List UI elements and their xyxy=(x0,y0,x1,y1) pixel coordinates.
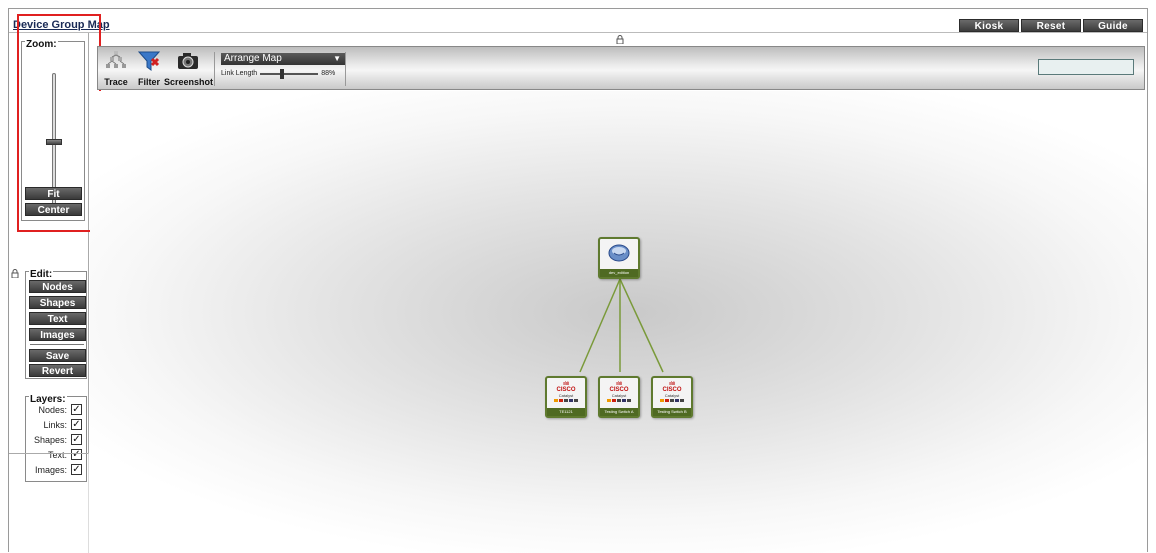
node-label: TE1121 xyxy=(547,408,585,416)
edit-shapes-button[interactable]: Shapes xyxy=(29,296,86,309)
layer-shapes-label: Shapes: xyxy=(33,434,67,445)
router-cloud-icon xyxy=(602,241,636,265)
link-line[interactable] xyxy=(619,278,664,373)
layer-nodes-checkbox[interactable]: ✓ xyxy=(71,404,82,415)
trace-tool[interactable]: Trace xyxy=(102,49,130,87)
device-node[interactable]: ıılıılı CISCO Catalyst TE1121 xyxy=(545,376,587,418)
filter-tool[interactable]: Filter xyxy=(136,49,162,87)
link-length-row: Link Length 88% xyxy=(221,68,339,79)
screenshot-tool[interactable]: Screenshot xyxy=(164,49,214,87)
guide-button[interactable]: Guide xyxy=(1083,19,1143,32)
device-node[interactable]: ıılıılı CISCO Catalyst Testing Switch A xyxy=(598,376,640,418)
edit-nodes-button[interactable]: Nodes xyxy=(29,280,86,293)
trace-label: Trace xyxy=(104,77,128,87)
layer-links-label: Links: xyxy=(43,419,67,430)
trace-icon xyxy=(106,51,126,68)
link-line[interactable] xyxy=(579,278,621,373)
edit-lock-icon[interactable] xyxy=(11,269,19,280)
camera-icon xyxy=(178,53,198,69)
layer-links-row: Links: ✓ xyxy=(43,419,82,430)
chevron-down-icon: ▼ xyxy=(333,54,341,63)
zoom-group: Zoom: Fit Center xyxy=(21,39,85,221)
save-button[interactable]: Save xyxy=(29,349,86,362)
model-label: Catalyst xyxy=(664,393,680,398)
node-label: Testing Switch A xyxy=(600,408,638,416)
arrange-section: Arrange Map ▼ Link Length 88% xyxy=(214,52,346,86)
page-title: Device Group Map xyxy=(13,19,110,31)
title-bar: Device Group Map Kiosk Reset Guide xyxy=(9,9,1147,33)
model-label: Catalyst xyxy=(558,393,574,398)
filter-label: Filter xyxy=(137,77,160,87)
layer-nodes-row: Nodes: ✓ xyxy=(38,404,82,415)
screenshot-label: Screenshot xyxy=(164,77,214,87)
zoom-slider-handle[interactable] xyxy=(46,139,62,145)
cisco-switch-icon: ıılıılı CISCO Catalyst xyxy=(549,380,583,404)
device-node-center[interactable]: dev_edition xyxy=(598,237,640,279)
edit-label: Edit: xyxy=(29,269,54,280)
layer-shapes-row: Shapes: ✓ xyxy=(34,434,82,445)
top-button-group: Kiosk Reset Guide xyxy=(959,19,1143,32)
center-button[interactable]: Center xyxy=(25,203,82,216)
node-label: dev_edition xyxy=(600,269,638,277)
map-toolbar: Trace Filter Screenshot Arrange Map ▼ Li… xyxy=(97,46,1145,90)
reset-button[interactable]: Reset xyxy=(1021,19,1081,32)
kiosk-button[interactable]: Kiosk xyxy=(959,19,1019,32)
model-label: Catalyst xyxy=(611,393,627,398)
arrange-map-value: Arrange Map xyxy=(224,53,282,64)
layer-nodes-label: Nodes: xyxy=(38,404,67,415)
search-input[interactable] xyxy=(1038,59,1134,75)
lock-icon[interactable] xyxy=(616,35,624,46)
cisco-switch-icon: ıılıılı CISCO Catalyst xyxy=(655,380,689,404)
revert-button[interactable]: Revert xyxy=(29,364,86,377)
link-length-label: Link Length xyxy=(221,70,258,77)
layer-shapes-checkbox[interactable]: ✓ xyxy=(71,434,82,445)
filter-icon xyxy=(137,51,161,71)
fit-button[interactable]: Fit xyxy=(25,187,82,200)
link-layer xyxy=(579,278,664,373)
arrange-map-dropdown[interactable]: Arrange Map ▼ xyxy=(221,53,345,65)
edit-group: Edit: Nodes Shapes Text Images Save Reve… xyxy=(25,269,87,379)
device-group-map-window: Device Group Map Kiosk Reset Guide Zoom:… xyxy=(8,8,1148,553)
left-control-panel: Zoom: Fit Center Edit: Nodes Shapes Text… xyxy=(9,33,89,482)
edit-text-button[interactable]: Text xyxy=(29,312,86,325)
edit-divider xyxy=(30,344,84,345)
link-length-slider[interactable] xyxy=(260,68,319,79)
left-panel-footer xyxy=(9,453,89,553)
link-length-value: 88% xyxy=(321,70,336,77)
node-label: Testing Switch B xyxy=(653,408,691,416)
cisco-switch-icon: ıılıılı CISCO Catalyst xyxy=(602,380,636,404)
layer-links-checkbox[interactable]: ✓ xyxy=(71,419,82,430)
zoom-label: Zoom: xyxy=(25,39,58,50)
edit-images-button[interactable]: Images xyxy=(29,328,86,341)
device-node[interactable]: ıılıılı CISCO Catalyst Testing Switch B xyxy=(651,376,693,418)
link-length-slider-handle[interactable] xyxy=(280,68,285,79)
map-canvas[interactable]: dev_edition ıılıılı CISCO Catalyst TE112… xyxy=(90,91,1147,553)
